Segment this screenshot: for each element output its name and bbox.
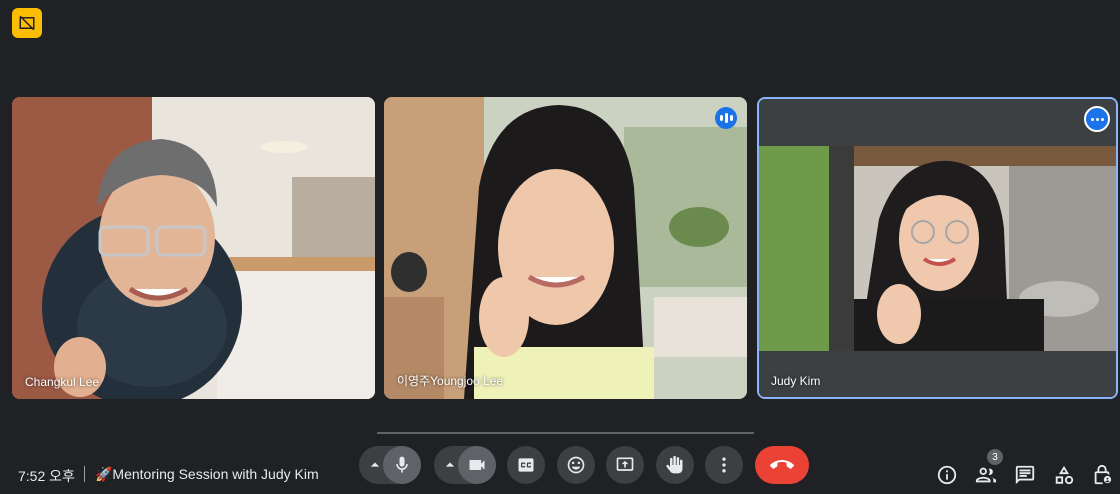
layout-badge[interactable] (12, 8, 42, 38)
speaking-indicator (715, 107, 737, 129)
camera-button[interactable] (458, 446, 496, 484)
meeting-clock: 7:52 오후 (18, 468, 75, 484)
participant-name: Judy Kim (771, 374, 821, 388)
raise-hand-icon (666, 455, 683, 474)
meeting-title: 🚀Mentoring Session with Judy Kim (95, 466, 319, 482)
participant-tile-changkul[interactable]: Changkul Lee (12, 97, 375, 399)
closed-captions-icon (518, 458, 534, 472)
chat-button[interactable] (1013, 463, 1037, 487)
participant-tile-judy[interactable]: Judy Kim (757, 97, 1118, 399)
host-controls-button[interactable] (1090, 463, 1114, 487)
raise-hand-button[interactable] (656, 446, 694, 484)
reactions-button[interactable] (557, 446, 595, 484)
chevron-up-icon[interactable] (440, 455, 460, 475)
participant-video-judy (759, 99, 1116, 397)
camera-icon (469, 460, 485, 470)
no-layout-icon (19, 15, 35, 31)
info-icon (937, 465, 957, 485)
participant-name: Changkul Lee (25, 375, 100, 389)
captions-button[interactable] (507, 446, 545, 484)
present-screen-icon (616, 457, 634, 471)
activities-icon (1055, 465, 1074, 485)
participant-name: 이영주Youngjoo Lee (397, 374, 504, 388)
divider (84, 466, 85, 482)
meeting-info-button[interactable] (935, 463, 959, 487)
participant-video-youngjoo (384, 97, 747, 399)
chevron-up-icon[interactable] (365, 455, 385, 475)
end-call-button[interactable] (755, 446, 809, 484)
more-options-button[interactable] (705, 446, 743, 484)
people-icon (975, 467, 997, 483)
emoji-icon (567, 456, 585, 474)
chat-icon (1015, 465, 1035, 485)
more-options-button[interactable] (1084, 106, 1110, 132)
people-count-badge: 3 (987, 449, 1003, 465)
microphone-control[interactable] (359, 446, 421, 484)
host-lock-icon (1094, 464, 1112, 485)
more-options-icon (722, 457, 726, 473)
camera-control[interactable] (434, 446, 496, 484)
present-button[interactable] (606, 446, 644, 484)
separator-line (377, 432, 754, 434)
activities-button[interactable] (1052, 463, 1076, 487)
end-call-icon (770, 460, 794, 469)
participant-video-changkul (12, 97, 375, 399)
people-button[interactable] (974, 463, 998, 487)
microphone-button[interactable] (383, 446, 421, 484)
participant-tile-youngjoo[interactable]: 이영주Youngjoo Lee (384, 97, 747, 399)
microphone-icon (396, 456, 408, 473)
